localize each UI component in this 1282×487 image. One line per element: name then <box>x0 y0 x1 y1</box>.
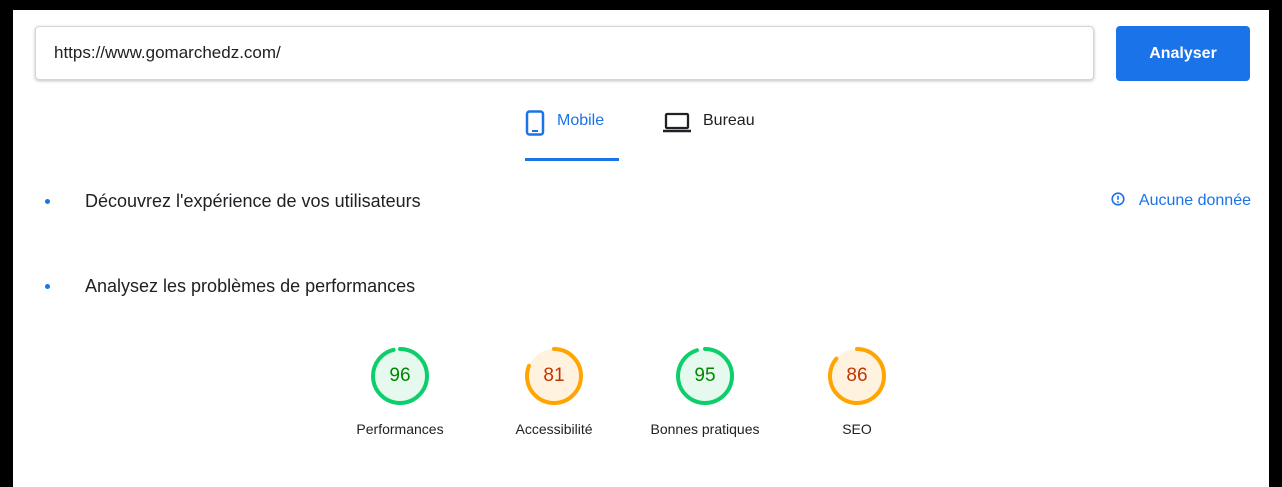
gauge-best-practices[interactable]: 95 Bonnes pratiques <box>630 345 780 437</box>
lab-data-section[interactable]: Analysez les problèmes de performances <box>13 271 1269 301</box>
field-data-title: Découvrez l'expérience de vos utilisateu… <box>85 190 421 211</box>
no-data-indicator[interactable]: Aucune donnée <box>1111 191 1251 211</box>
score-gauges: 96 Performances 81 Accessibilité 95 Bonn… <box>13 345 1269 445</box>
gauge-label: Accessibilité <box>515 421 593 437</box>
smartphone-icon <box>525 110 545 136</box>
laptop-icon <box>663 110 691 134</box>
score-value: 81 <box>543 365 565 386</box>
tab-mobile-label: Mobile <box>557 112 605 129</box>
field-data-section[interactable]: Découvrez l'expérience de vos utilisateu… <box>13 186 1269 216</box>
device-tabs: Mobile Bureau <box>13 110 1269 161</box>
gauge-accessibility[interactable]: 81 Accessibilité <box>479 345 629 437</box>
score-ring: 81 <box>523 345 585 407</box>
gauge-label: Performances <box>356 421 444 437</box>
no-data-label: Aucune donnée <box>1138 192 1251 209</box>
info-icon <box>1111 191 1125 211</box>
tab-desktop-label: Bureau <box>703 112 755 129</box>
lab-data-title: Analysez les problèmes de performances <box>85 275 416 296</box>
url-input[interactable] <box>35 26 1094 80</box>
gauge-label: SEO <box>842 421 872 437</box>
gauge-seo[interactable]: 86 SEO <box>782 345 932 437</box>
score-ring: 96 <box>369 345 431 407</box>
score-ring: 86 <box>826 345 888 407</box>
tab-desktop[interactable]: Bureau <box>663 110 755 158</box>
tab-mobile[interactable]: Mobile <box>525 110 619 161</box>
analyze-button[interactable]: Analyser <box>1116 26 1250 81</box>
bullet-icon <box>45 198 50 204</box>
gauge-label: Bonnes pratiques <box>650 421 760 437</box>
gauge-performance[interactable]: 96 Performances <box>325 345 475 437</box>
score-value: 96 <box>389 365 411 386</box>
score-value: 86 <box>846 365 868 386</box>
bullet-icon <box>45 283 50 289</box>
score-value: 95 <box>694 365 716 386</box>
score-ring: 95 <box>674 345 736 407</box>
pagespeed-panel: Analyser Mobile Bureau Découvrez l'expér <box>13 10 1269 487</box>
